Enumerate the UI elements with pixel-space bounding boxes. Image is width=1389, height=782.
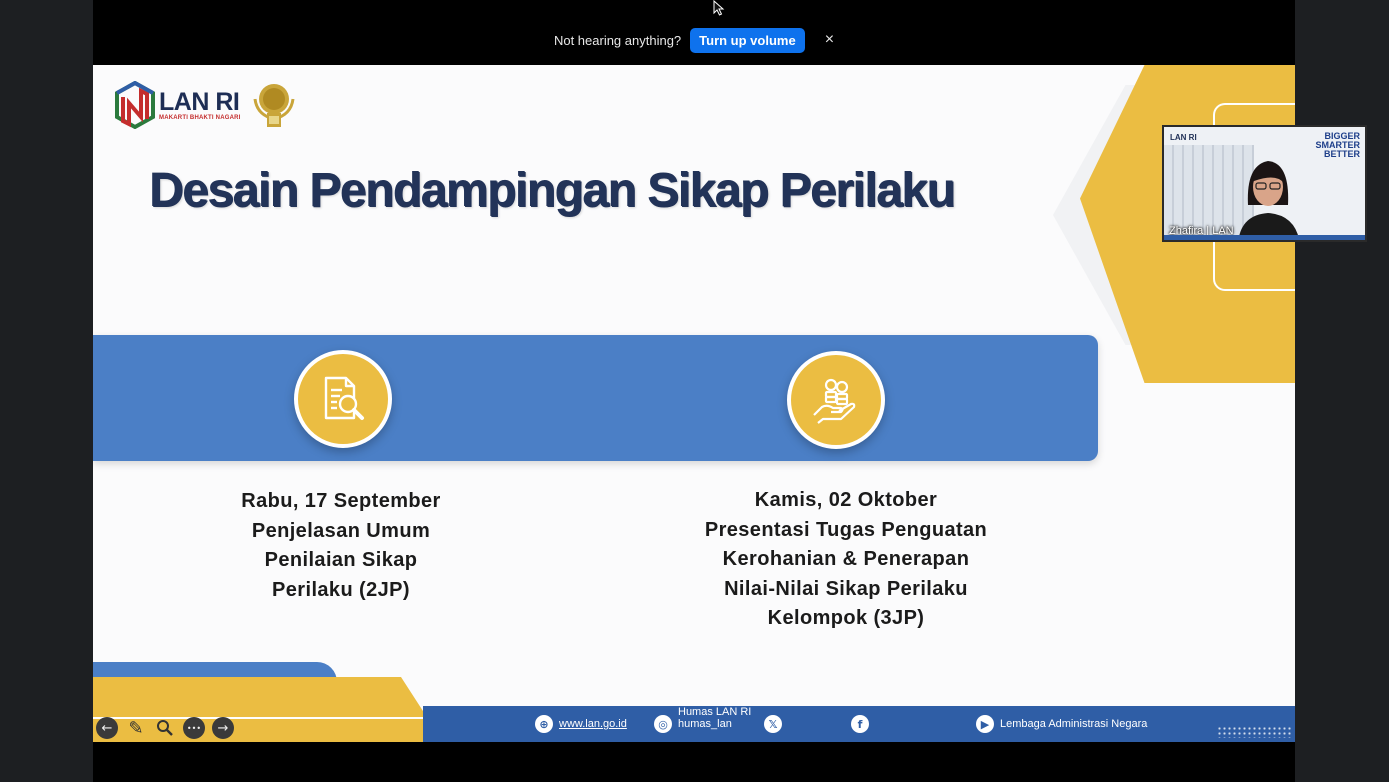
youtube-icon: ▶ [976,715,994,733]
session-2-line: Nilai-Nilai Sikap Perilaku [724,577,968,600]
session-2-date: Kamis, 02 Oktober [754,489,938,511]
lan-logo-mark-icon [115,81,155,129]
previous-slide-button[interactable]: ← [96,717,118,739]
meeting-window: Not hearing anything? Turn up volume × L… [0,0,1389,782]
video-background-logo: LAN RI [1170,133,1197,142]
instagram-icon: ◎ [654,715,672,733]
footer-x: 𝕏 [764,715,782,733]
session-2-text: Kamis, 02 Oktober Presentasi Tugas Pengu… [666,486,1026,634]
video-bottom-bar [1164,235,1365,240]
footer-facebook: f [851,715,869,733]
session-2-line: Presentasi Tugas Penguatan [704,518,988,541]
session-2-line: Kelompok (3JP) [767,607,925,629]
logo-name: LAN RI [159,88,240,116]
participant-person [1238,161,1300,240]
video-background-slogan: BIGGER SMARTER BETTER [1315,131,1361,159]
session-1-date: Rabu, 17 September [241,490,441,512]
session-2-line: Kerohanian & Penerapan [722,548,970,570]
shared-screen: Not hearing anything? Turn up volume × L… [93,0,1295,782]
next-slide-button[interactable]: → [212,717,234,739]
mouse-cursor-icon [713,0,725,16]
zoom-button[interactable] [154,717,176,739]
decorative-dots [1217,726,1291,738]
slide-title: Desain Pendampingan Sikap Perilaku [149,164,956,217]
session-1-line: Penilaian Sikap [264,549,418,571]
magnifier-icon [157,720,173,736]
document-search-icon [294,350,392,448]
award-badge-icon [253,84,295,127]
website-link[interactable]: www.lan.go.id [559,718,627,730]
session-1-line: Penjelasan Umum [251,519,431,542]
slideshow-toolbar: ← ✎ ••• → [96,717,234,739]
x-twitter-icon: 𝕏 [764,715,782,733]
footer-website: ⊕ www.lan.go.id [535,715,627,733]
session-1-line: Perilaku (2JP) [272,578,410,601]
footer-instagram: ◎ Humas LAN RI humas_lan [654,706,751,733]
slide-footer: ⊕ www.lan.go.id ◎ Humas LAN RI humas_lan… [423,706,1295,742]
audio-notification: Not hearing anything? Turn up volume × [93,27,1295,53]
more-options-button[interactable]: ••• [183,717,205,739]
blue-banner [93,335,1098,461]
pen-tool-button[interactable]: ✎ [125,717,147,739]
hand-coins-icon [787,351,885,449]
presentation-slide: LAN RI MAKARTI BHAKTI NAGARI Desain Pend… [93,65,1295,742]
facebook-icon: f [851,715,869,733]
close-icon[interactable]: × [825,31,834,49]
logo-tagline: MAKARTI BHAKTI NAGARI [159,115,241,121]
instagram-name: Humas LAN RI [678,706,752,718]
notification-message: Not hearing anything? [553,32,682,48]
instagram-handle: humas_lan [678,718,732,730]
session-1-text: Rabu, 17 September Penjelasan Umum Penil… [191,487,491,605]
footer-youtube: ▶ Lembaga Administrasi Negara [976,715,1147,733]
turn-up-volume-button[interactable]: Turn up volume [690,27,805,53]
globe-icon: ⊕ [535,715,553,733]
lan-ri-logo: LAN RI MAKARTI BHAKTI NAGARI [115,81,241,129]
participant-video-tile[interactable]: LAN RI BIGGER SMARTER BETTER Zhafira | L… [1162,125,1367,242]
youtube-channel: Lembaga Administrasi Negara [1000,718,1148,730]
